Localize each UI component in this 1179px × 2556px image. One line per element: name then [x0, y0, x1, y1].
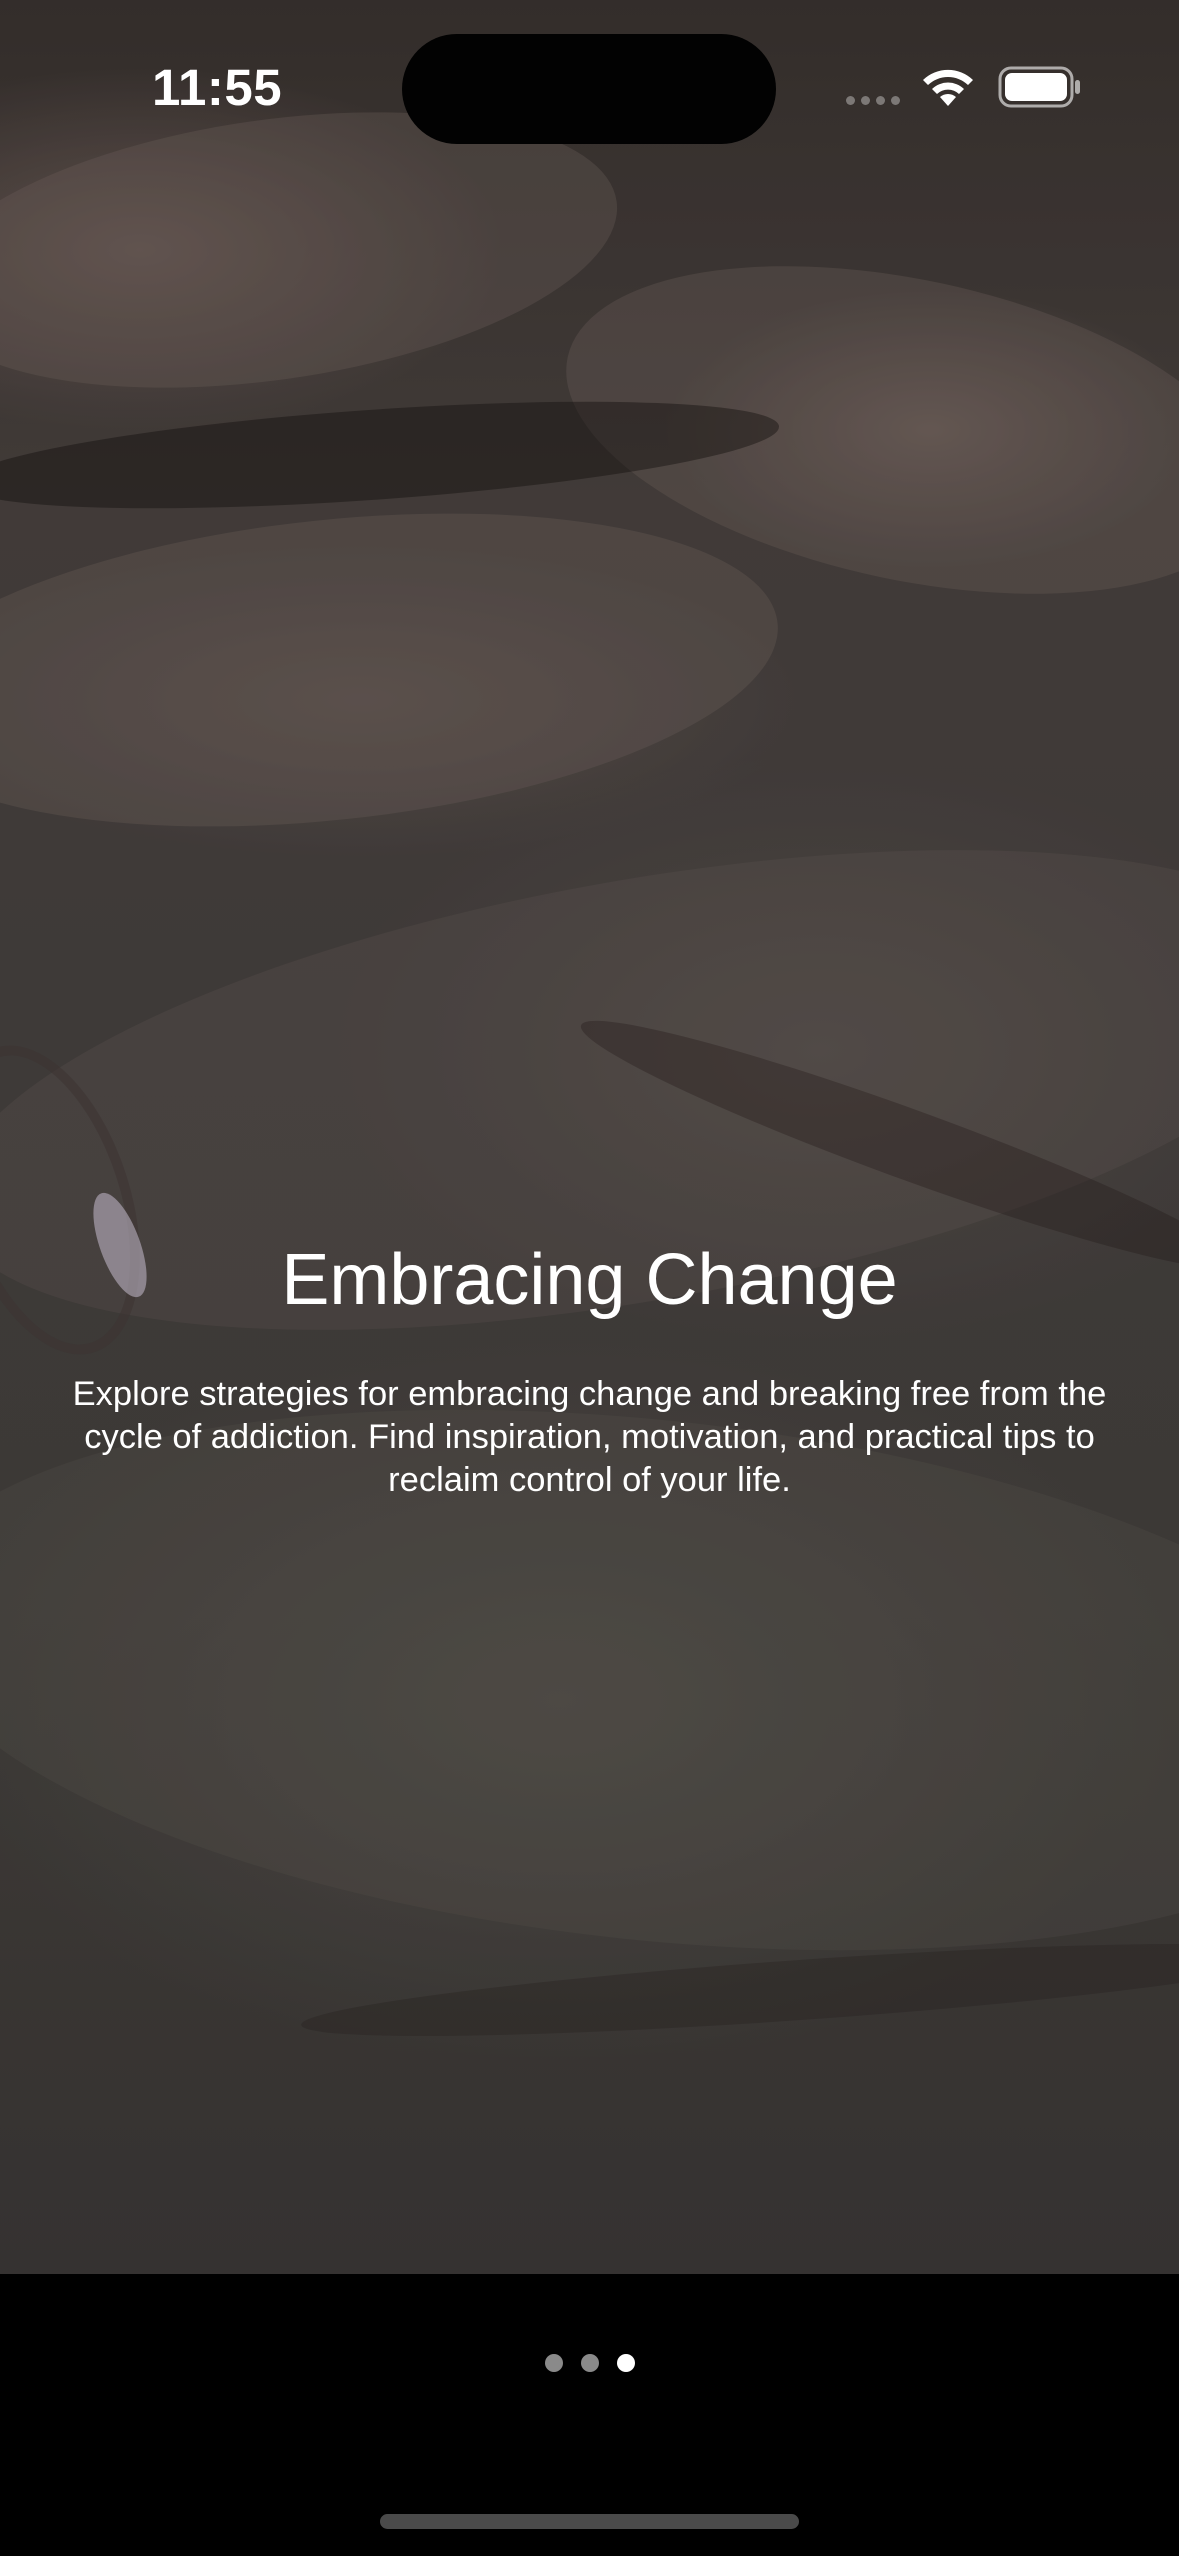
- cellular-signal-icon: [846, 96, 900, 105]
- status-bar-time: 11:55: [152, 59, 283, 116]
- home-indicator[interactable]: [380, 2514, 799, 2529]
- page-dot-2[interactable]: [580, 2354, 599, 2372]
- background-photo: [0, 0, 1179, 2274]
- onboarding-screen: 11:55 Embracing Change Explore strategie…: [0, 0, 1179, 2556]
- battery-icon: [998, 66, 1080, 108]
- onboarding-description: Explore strategies for embracing change …: [72, 1375, 1107, 1499]
- dynamic-island: [402, 34, 776, 144]
- wifi-icon: [923, 69, 973, 106]
- onboarding-title: Embracing Change: [281, 1240, 898, 1320]
- page-indicator[interactable]: [0, 2354, 1179, 2372]
- page-dot-1[interactable]: [544, 2354, 563, 2372]
- page-dot-3-active[interactable]: [616, 2354, 635, 2372]
